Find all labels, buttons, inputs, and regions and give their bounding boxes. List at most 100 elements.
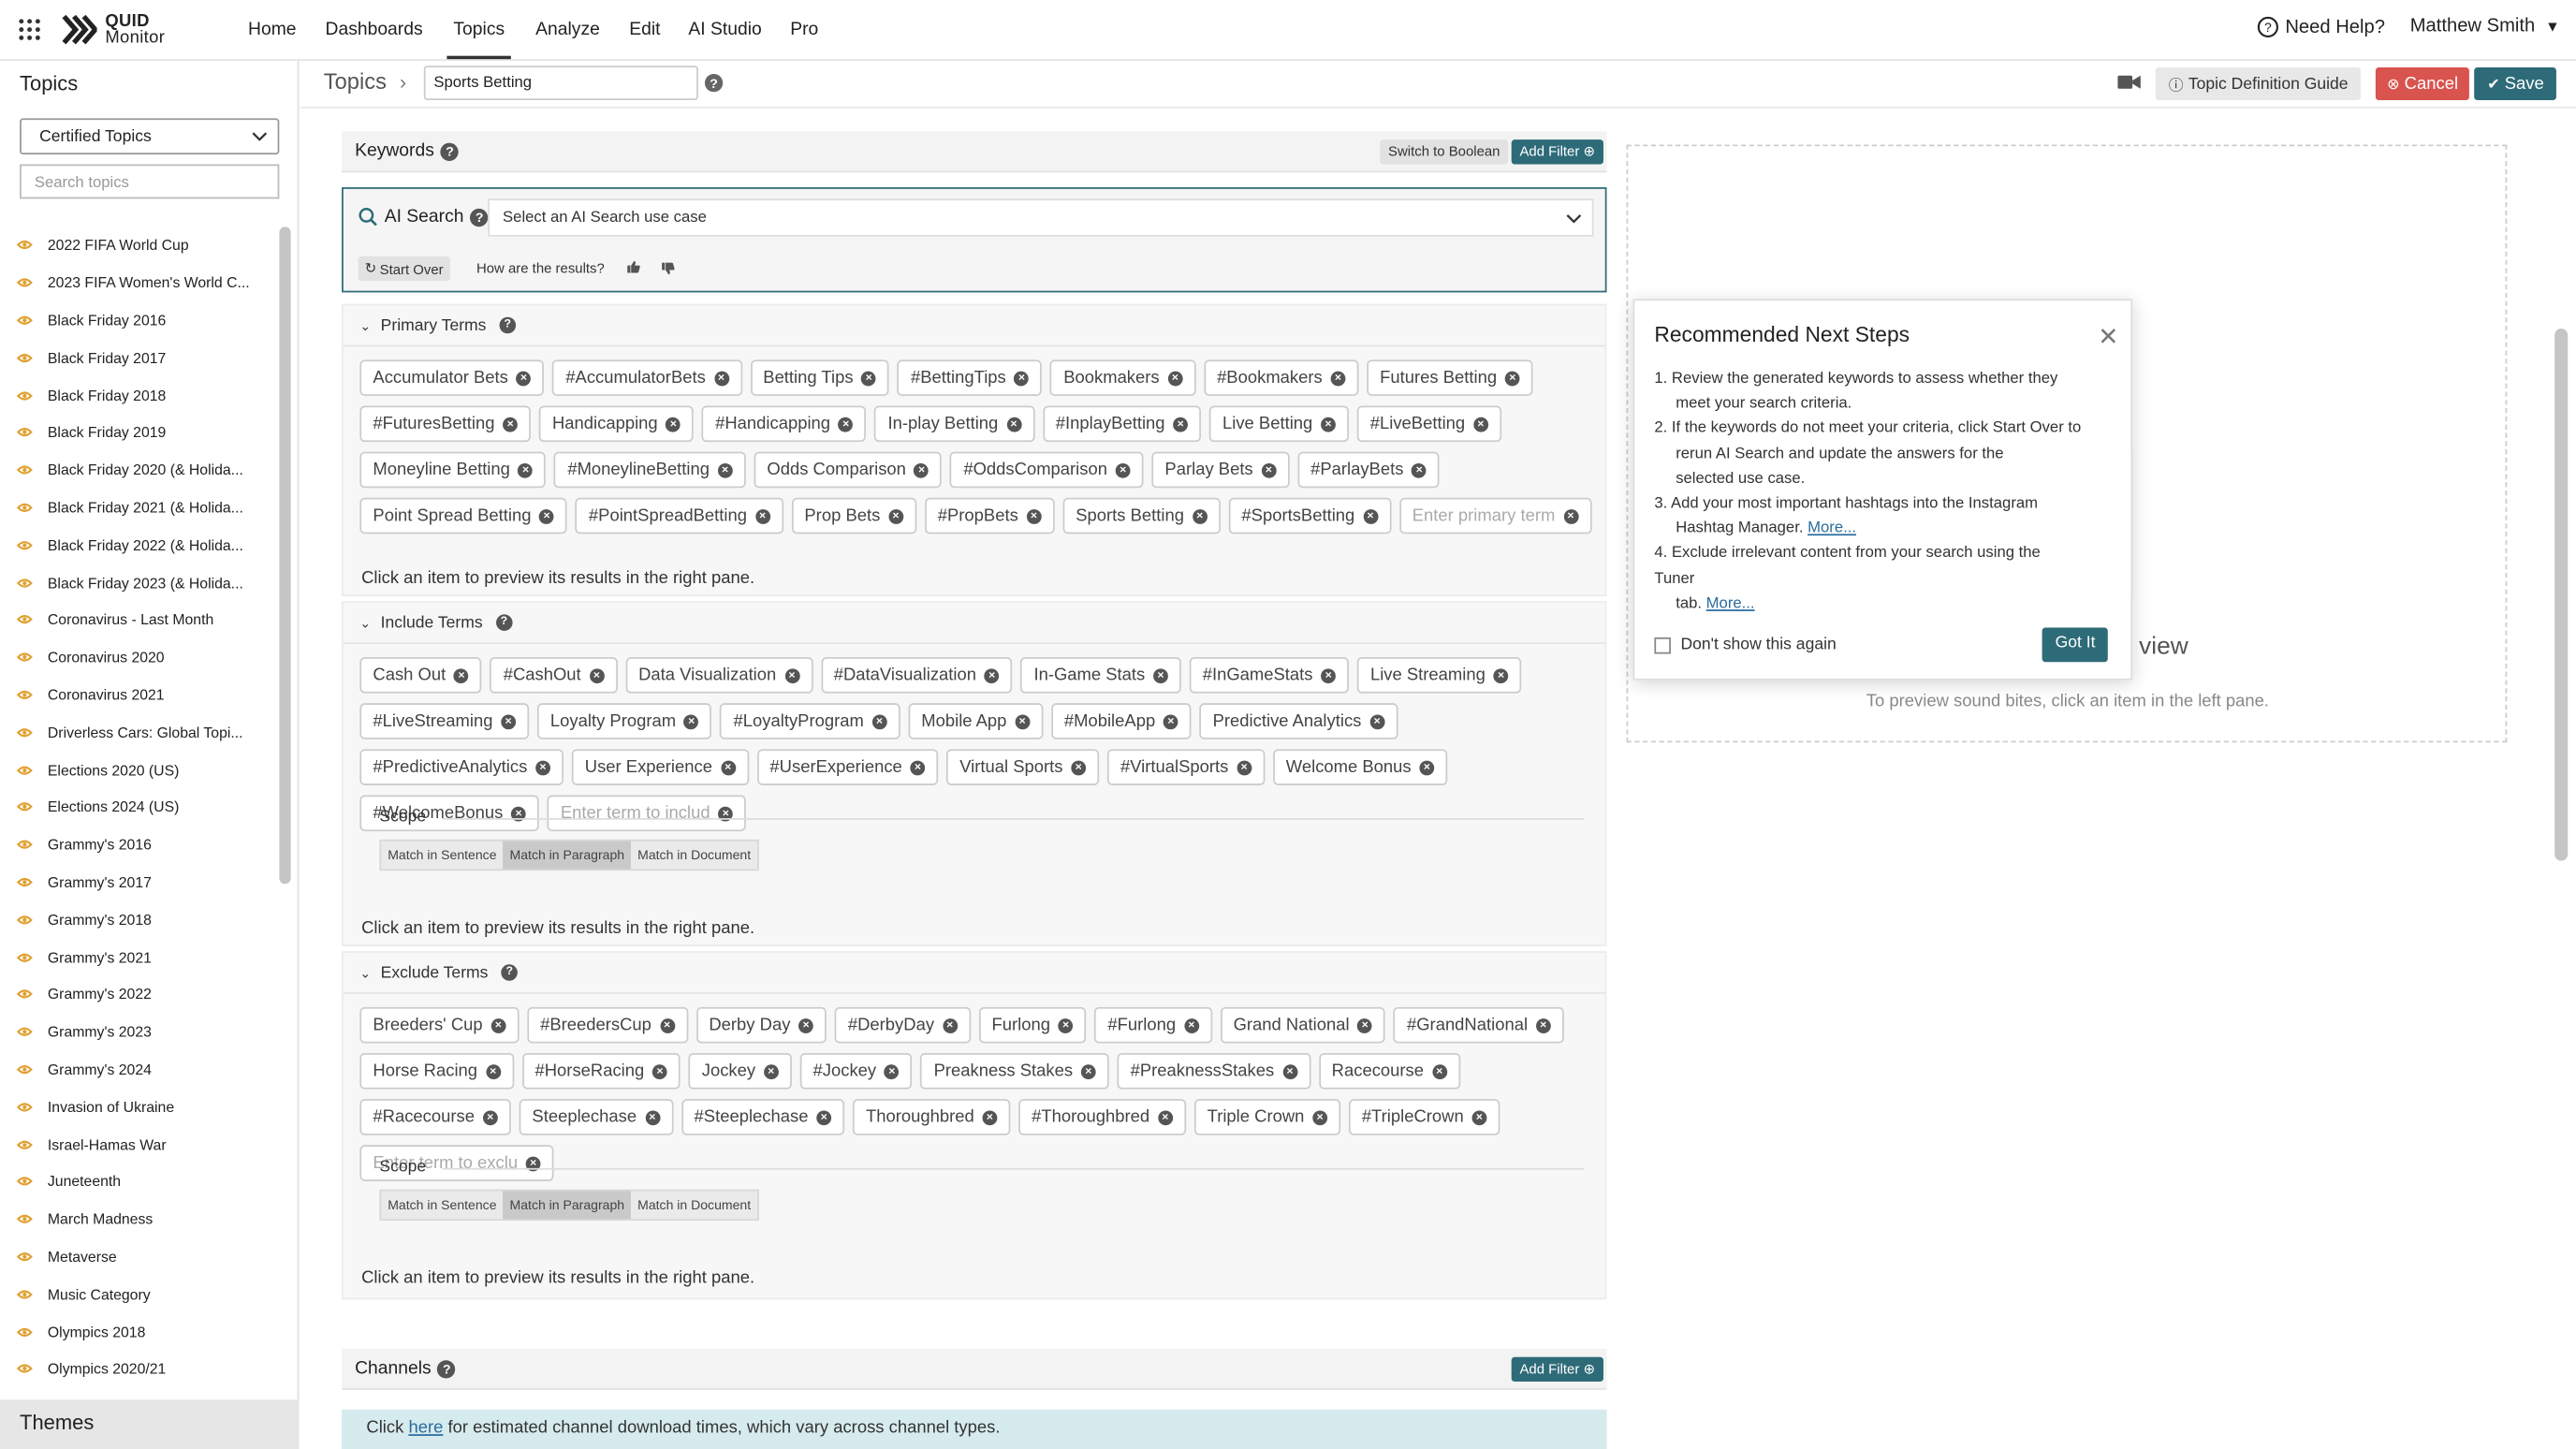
include-scope-document[interactable]: Match in Document: [631, 842, 757, 870]
sidebar-topic-item[interactable]: Black Friday 2018: [16, 376, 263, 414]
remove-term-icon[interactable]: ×: [666, 416, 681, 432]
remove-term-icon[interactable]: ×: [659, 1017, 675, 1033]
term-chip[interactable]: Virtual Sports ×: [946, 749, 1100, 785]
breadcrumb-topics[interactable]: Topics: [324, 69, 387, 94]
sidebar-topic-item[interactable]: Elections 2020 (US): [16, 751, 263, 788]
term-chip[interactable]: In-Game Stats ×: [1020, 657, 1181, 694]
remove-term-icon[interactable]: ×: [1071, 759, 1087, 775]
remove-term-icon[interactable]: ×: [1058, 1017, 1074, 1033]
dont-show-again-checkbox[interactable]: Don't show this again: [1654, 636, 1837, 654]
remove-term-icon[interactable]: ×: [1026, 508, 1042, 523]
remove-term-icon[interactable]: ×: [784, 667, 799, 683]
more-link[interactable]: More...: [1706, 594, 1755, 612]
remove-term-icon[interactable]: ×: [1163, 713, 1178, 729]
sidebar-topic-item[interactable]: Coronavirus - Last Month: [16, 601, 263, 638]
help-icon[interactable]: ?: [440, 141, 460, 161]
remove-term-icon[interactable]: ×: [1014, 370, 1030, 386]
term-chip[interactable]: #ParlayBets ×: [1297, 451, 1441, 489]
sidebar-topic-item[interactable]: Grammy's 2022: [16, 975, 263, 1013]
topic-definition-guide-button[interactable]: ⓘ Topic Definition Guide: [2155, 66, 2362, 101]
term-chip[interactable]: Preakness Stakes ×: [920, 1053, 1109, 1090]
cancel-button[interactable]: ⊗ Cancel: [2375, 66, 2470, 101]
term-chip[interactable]: Horse Racing ×: [359, 1053, 514, 1090]
remove-term-icon[interactable]: ×: [984, 667, 1000, 683]
term-chip[interactable]: Betting Tips ×: [750, 359, 890, 396]
term-chip[interactable]: Parlay Bets ×: [1151, 451, 1290, 489]
channels-add-filter-button[interactable]: Add Filter ⊕: [1511, 1356, 1603, 1383]
sidebar-topic-item[interactable]: Grammy's 2018: [16, 900, 263, 938]
nav-dashboards[interactable]: Dashboards: [326, 0, 423, 59]
term-chip[interactable]: #AccumulatorBets ×: [552, 359, 742, 396]
term-chip[interactable]: #OddsComparison ×: [950, 451, 1144, 489]
add-term-input[interactable]: Enter primary term ×: [1398, 497, 1591, 534]
sidebar-topic-item[interactable]: Driverless Cars: Global Topi...: [16, 713, 263, 751]
remove-term-icon[interactable]: ×: [1157, 1109, 1173, 1125]
remove-term-icon[interactable]: ×: [1535, 1017, 1551, 1033]
sidebar-topic-item[interactable]: Black Friday 2020 (& Holida...: [16, 451, 263, 489]
need-help-link[interactable]: ? Need Help?: [2257, 16, 2385, 38]
remove-term-icon[interactable]: ×: [1431, 1063, 1447, 1079]
term-chip[interactable]: Loyalty Program ×: [536, 703, 712, 739]
sidebar-topic-item[interactable]: Israel-Hamas War: [16, 1125, 263, 1163]
remove-term-icon[interactable]: ×: [482, 1109, 498, 1125]
sidebar-topic-item[interactable]: March Madness: [16, 1200, 263, 1237]
remove-term-icon[interactable]: ×: [1015, 713, 1031, 729]
term-chip[interactable]: Jockey ×: [688, 1053, 792, 1090]
remove-term-icon[interactable]: ×: [816, 1109, 832, 1125]
remove-term-icon[interactable]: ×: [1312, 1109, 1327, 1125]
remove-term-icon[interactable]: ×: [1321, 667, 1337, 683]
ai-search-use-case-select[interactable]: Select an AI Search use case: [488, 198, 1594, 237]
term-chip[interactable]: Cash Out ×: [359, 657, 482, 694]
quid-logo[interactable]: QUID Monitor: [61, 11, 165, 48]
remove-term-icon[interactable]: ×: [1183, 1017, 1199, 1033]
add-filter-button[interactable]: Add Filter ⊕: [1511, 139, 1603, 165]
sidebar-topic-item[interactable]: Grammy's 2021: [16, 938, 263, 975]
term-chip[interactable]: #BreedersCup ×: [527, 1006, 688, 1044]
term-chip[interactable]: Handicapping ×: [538, 405, 695, 443]
nav-home[interactable]: Home: [248, 0, 297, 59]
sidebar-topic-item[interactable]: Black Friday 2021 (& Holida...: [16, 489, 263, 526]
checkbox-box[interactable]: [1654, 637, 1671, 653]
term-chip[interactable]: #MobileApp ×: [1050, 703, 1192, 739]
include-scope-sentence[interactable]: Match in Sentence: [381, 842, 503, 870]
sidebar-topic-item[interactable]: Grammy's 2024: [16, 1050, 263, 1088]
exclude-scope-document[interactable]: Match in Document: [631, 1191, 757, 1219]
thumbs-down-icon[interactable]: [661, 261, 676, 276]
remove-term-icon[interactable]: ×: [1237, 759, 1251, 775]
sidebar-topic-item[interactable]: Metaverse: [16, 1237, 263, 1275]
term-chip[interactable]: User Experience ×: [571, 749, 749, 785]
topic-name-input[interactable]: Sports Betting: [423, 66, 698, 101]
remove-term-icon[interactable]: ×: [1261, 462, 1277, 477]
sidebar-topic-item[interactable]: Elections 2024 (US): [16, 788, 263, 826]
search-topics-input[interactable]: Search topics: [20, 164, 280, 199]
remove-term-icon[interactable]: ×: [1282, 1063, 1297, 1079]
term-chip[interactable]: #LiveBetting ×: [1356, 405, 1501, 443]
more-link[interactable]: More...: [1808, 520, 1856, 537]
term-chip[interactable]: #PreaknessStakes ×: [1117, 1053, 1310, 1090]
remove-term-icon[interactable]: ×: [683, 713, 699, 729]
sidebar-topic-item[interactable]: Black Friday 2016: [16, 301, 263, 339]
remove-term-icon[interactable]: ×: [942, 1017, 958, 1033]
remove-term-icon[interactable]: ×: [717, 462, 733, 477]
include-scope-paragraph[interactable]: Match in Paragraph: [503, 841, 632, 870]
term-chip[interactable]: Mobile App ×: [908, 703, 1044, 739]
topic-category-select[interactable]: Certified Topics: [20, 118, 280, 154]
term-chip[interactable]: Accumulator Bets ×: [359, 359, 545, 396]
term-chip[interactable]: Sports Betting ×: [1062, 497, 1221, 534]
remove-term-icon[interactable]: ×: [720, 759, 736, 775]
sidebar-topic-item[interactable]: 2022 FIFA World Cup: [16, 227, 263, 264]
remove-term-icon[interactable]: ×: [982, 1109, 998, 1125]
sidebar-topic-item[interactable]: Black Friday 2022 (& Holida...: [16, 526, 263, 564]
remove-term-icon[interactable]: ×: [910, 759, 926, 775]
exclude-scope-paragraph[interactable]: Match in Paragraph: [503, 1191, 632, 1220]
term-chip[interactable]: Futures Betting ×: [1367, 359, 1533, 396]
remove-term-icon[interactable]: ×: [1321, 416, 1336, 432]
remove-term-icon[interactable]: ×: [798, 1017, 813, 1033]
remove-term-icon[interactable]: ×: [754, 508, 770, 523]
remove-term-icon[interactable]: ×: [503, 416, 519, 432]
term-chip[interactable]: #BettingTips ×: [897, 359, 1043, 396]
remove-term-icon[interactable]: ×: [1493, 667, 1509, 683]
term-chip[interactable]: #Jockey ×: [799, 1053, 913, 1090]
nav-edit[interactable]: Edit: [629, 0, 660, 59]
sidebar-topic-item[interactable]: Grammy's 2016: [16, 826, 263, 863]
